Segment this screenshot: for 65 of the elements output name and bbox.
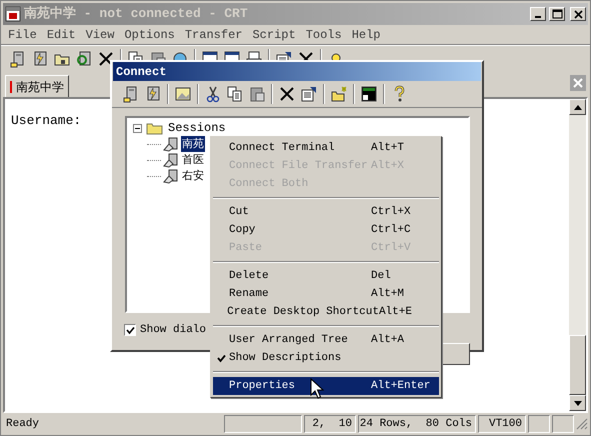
close-tab-button[interactable] [570,75,586,91]
menu-item[interactable]: Options [119,26,180,44]
status-text: VT100 [488,416,522,432]
status-marker-icon [10,80,12,92]
image-icon[interactable] [174,85,192,103]
status-text: 2, 10 [312,416,352,432]
check-icon [216,354,226,362]
tree-item[interactable]: 右安 [181,168,205,184]
menu-item[interactable]: Rename Alt+M [213,285,439,303]
menu-item[interactable]: Delete Del [213,267,439,285]
maximize-icon [550,8,564,20]
close-icon [572,8,584,20]
menu-item[interactable]: Script [247,26,301,44]
status-text: Ready [6,416,40,432]
menu-item[interactable]: Cut Ctrl+X [213,203,439,221]
menu-item[interactable]: User Arranged Tree Alt+A [213,331,439,349]
menu-item[interactable]: Transfer [180,26,248,44]
menu-item[interactable]: Copy Ctrl+C [213,221,439,239]
status-panel [552,415,574,433]
terminal-text: Username: [11,112,82,130]
collapse-icon[interactable] [133,124,142,132]
menu-item[interactable]: Edit [42,26,81,44]
delete-icon[interactable] [278,85,296,103]
tree-item[interactable]: 首医 [181,152,205,168]
menu-item[interactable]: File [3,26,42,44]
dialog-title: Connect [116,64,166,80]
status-panel [528,415,550,433]
copy-icon[interactable] [226,85,244,103]
menu-item[interactable]: Connect Terminal Alt+T [213,139,439,157]
refresh-computer-icon[interactable] [75,50,93,68]
menu-item[interactable]: Show Descriptions [213,349,439,367]
computer-icon [163,152,179,168]
menu-item[interactable]: Properties Alt+Enter [213,377,439,395]
minimize-button[interactable] [530,7,546,21]
delete-icon[interactable] [97,50,115,68]
clipboard-icon[interactable] [248,85,266,103]
dialog-button[interactable] [440,343,470,365]
minimize-icon [535,16,541,18]
close-button[interactable] [570,7,586,21]
checkbox[interactable] [124,324,136,336]
session-tab[interactable]: 南苑中学 [5,75,69,97]
properties-icon[interactable] [300,85,318,103]
tree-item[interactable]: 南苑 [181,136,205,152]
status-text: 24 Rows, 80 Cols [360,416,472,432]
computer-icon [163,136,179,152]
mouse-pointer-icon [310,378,324,400]
maximize-button[interactable] [549,7,565,21]
menu-item[interactable]: Help [346,26,386,44]
resize-grip-icon[interactable] [576,418,588,430]
menu-item[interactable]: Create Desktop ShortcutAlt+E [213,303,439,321]
scroll-thumb[interactable] [569,335,586,395]
app-icon [5,6,21,22]
menu-item[interactable]: View [80,26,120,44]
scissors-icon[interactable] [204,85,222,103]
computer-icon [163,168,179,184]
checkbox-label[interactable]: Show dialo [140,322,206,338]
tree-item[interactable]: Sessions [168,119,226,137]
scrollbar[interactable] [569,99,586,411]
scroll-down-icon[interactable] [574,400,582,406]
new-folder-icon[interactable] [330,85,348,103]
terminal-icon[interactable] [360,85,378,103]
menu-item[interactable]: Tools [300,26,347,44]
scroll-up-icon[interactable] [574,104,582,110]
window-title: 南苑中学 - not connected - CRT [24,5,249,24]
folder-icon [146,121,164,135]
